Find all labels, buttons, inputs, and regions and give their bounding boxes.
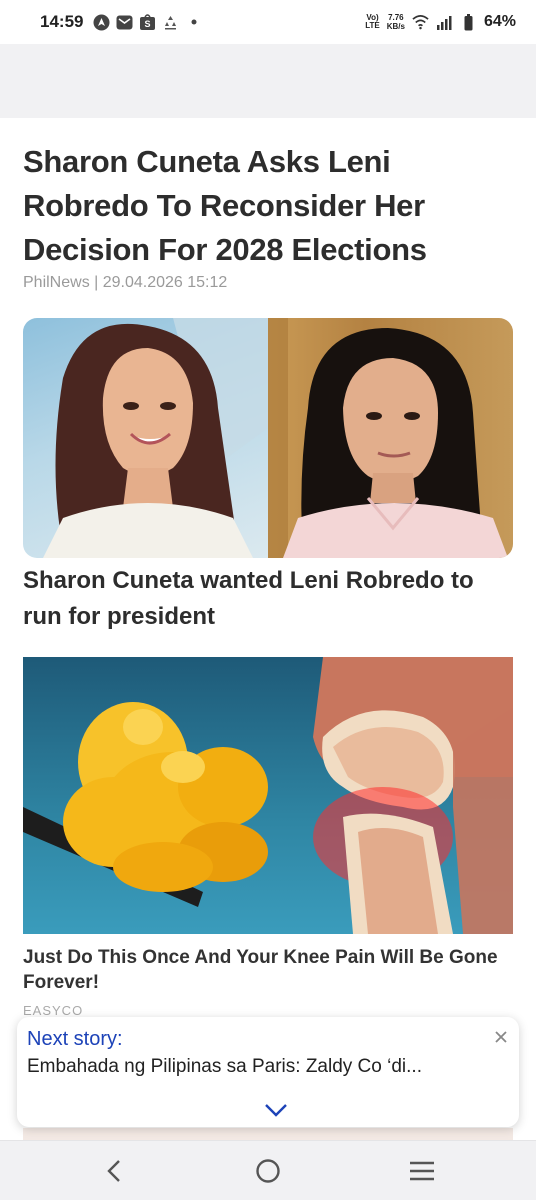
article-headline: Sharon Cuneta Asks Leni Robredo To Recon… (23, 144, 427, 267)
close-icon[interactable] (491, 1027, 511, 1047)
hero-photo-right (268, 318, 513, 558)
image-caption: Sharon Cuneta wanted Leni Robredo to run… (23, 567, 474, 630)
network-type: Vo) LTE (365, 13, 380, 30)
battery-level: 64% (483, 13, 516, 30)
recents-icon[interactable] (404, 1153, 440, 1189)
network-speed: 7.76 KB/s (386, 13, 405, 31)
status-bar: 14:59 S Vo) LTE 7.76 KB/s 64% (0, 0, 536, 44)
status-left: 14:59 S (40, 12, 202, 32)
shopping-bag-icon: S (139, 13, 156, 31)
next-story-title[interactable]: Embahada ng Pilipinas sa Paris: Zaldy Co… (27, 1056, 497, 1078)
ad-image[interactable] (23, 657, 513, 934)
article-card: Sharon Cuneta Asks Leni Robredo To Recon… (0, 118, 536, 1142)
back-icon[interactable] (96, 1153, 132, 1189)
wifi-icon (412, 14, 429, 31)
system-nav-bar (0, 1140, 536, 1200)
article-hero-image[interactable] (23, 318, 513, 558)
hero-photo-left (23, 318, 268, 558)
recycle-icon (162, 14, 179, 31)
ad-title[interactable]: Just Do This Once And Your Knee Pain Wil… (23, 945, 503, 995)
status-time: 14:59 (40, 12, 84, 31)
ad-source: EASYCO (23, 1003, 84, 1015)
next-story-label: Next story: (27, 1028, 123, 1050)
home-icon[interactable] (250, 1153, 286, 1189)
battery-icon (460, 13, 477, 31)
article-byline: PhilNews | 29.04.2026 15:12 (23, 274, 228, 291)
mail-icon (116, 14, 133, 31)
navigation-icon (93, 14, 110, 31)
svg-text:S: S (145, 19, 151, 29)
dot-icon (185, 14, 202, 31)
top-spacer (0, 44, 536, 118)
next-story-popup[interactable]: Next story: Embahada ng Pilipinas sa Par… (17, 1017, 519, 1127)
chevron-down-icon[interactable] (264, 1102, 288, 1118)
signal-icon (436, 14, 453, 31)
status-right: Vo) LTE 7.76 KB/s 64% (365, 13, 516, 31)
